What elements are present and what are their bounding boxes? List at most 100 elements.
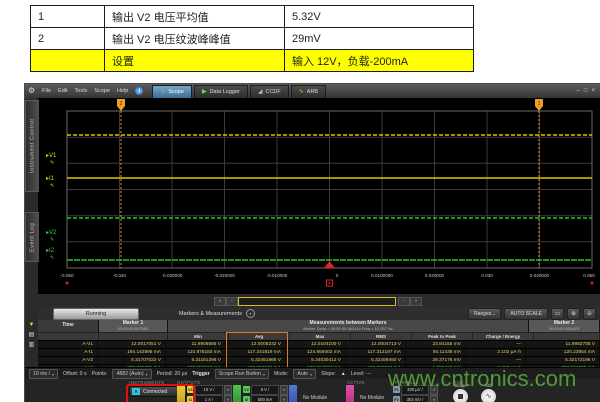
between-markers-header: Measurements between Markers Marker Delt… (168, 320, 529, 332)
autoscale-button[interactable]: AUTO SCALE (504, 308, 548, 320)
chevron-down-icon[interactable]: ▾ (280, 385, 288, 395)
f2-chip: F2 (393, 396, 400, 402)
pen-icon: ✎ (50, 255, 54, 261)
mode-dropdown[interactable]: Auto▾ (293, 369, 316, 379)
chevron-down-icon[interactable]: ▾ (224, 385, 232, 395)
trigger-marker[interactable] (324, 261, 335, 268)
ranges-button[interactable]: Ranges... (468, 308, 501, 320)
channel-v1-label[interactable]: ▸V1 (46, 153, 57, 159)
module-2-settings: V25 V /▾ I2500 mA▾ P245 mW /▾ (243, 385, 288, 402)
window-controls: – □ × (577, 88, 597, 94)
wave-icon: ∿ (486, 393, 492, 400)
row-name: A-V1 (38, 341, 98, 348)
tab-label: Scope (168, 89, 184, 95)
tab-data-logger[interactable]: ▶ Data Logger (194, 85, 248, 98)
connected-annotation (126, 384, 195, 402)
row-value-cell: 5.32V (285, 6, 473, 27)
v1-value[interactable]: 10 V / (195, 385, 223, 395)
zoom-in-icon[interactable]: ⊕ (567, 308, 580, 320)
scroll-far-right-button[interactable]: » (410, 297, 422, 306)
close-button[interactable]: × (591, 88, 595, 94)
minimize-button[interactable]: – (577, 88, 580, 94)
marker-1-handle[interactable]: 1 (535, 99, 543, 111)
side-tab-event-log[interactable]: Event Log (25, 212, 39, 262)
tab-ccdf[interactable]: ◢ CCDF (250, 85, 289, 98)
trigger-label: Trigger (192, 371, 210, 377)
col-min[interactable]: Min (168, 333, 229, 340)
stat-column-headers: Min Avg Max RMS Peak to Peak Charge / En… (38, 332, 600, 340)
measurement-row-v1: A-V1 12.0017051 V 11.9906565 V 12.000523… (38, 340, 600, 348)
menu-help[interactable]: Help (117, 88, 128, 94)
running-button[interactable]: Running (53, 308, 139, 320)
screenshot-stage: 1 输出 V2 电压平均值 5.32V 2 输出 V2 电压纹波峰峰值 29mV… (0, 0, 600, 402)
menu-file[interactable]: File (42, 88, 51, 94)
scroll-left-button[interactable]: ‹ (226, 297, 238, 306)
gear-icon[interactable]: ⚙ (28, 87, 35, 95)
menu-scope[interactable]: Scope (94, 88, 110, 94)
tab-scope[interactable]: ∿ Scope (152, 85, 192, 98)
info-icon[interactable]: i (135, 87, 143, 95)
marker2-header: Marker 2 00:00:00.034423 (529, 320, 600, 332)
zoom-out-icon[interactable]: ⊖ (583, 308, 596, 320)
col-max[interactable]: Max (290, 333, 351, 340)
module-4-bar[interactable]: 4 (346, 385, 354, 402)
maximize-button[interactable]: □ (584, 88, 588, 94)
slope-label: Slope: (321, 371, 336, 377)
module-3-bar[interactable]: 3 (289, 385, 297, 402)
row-value-cell: 29mV (285, 28, 473, 49)
menu-edit[interactable]: Edit (58, 88, 67, 94)
marker-2-handle[interactable]: 2 (117, 99, 125, 111)
menu-tools[interactable]: Tools (75, 88, 88, 94)
value-cell: 120.23954 mA (526, 349, 600, 356)
menu-bar: ⚙ File Edit Tools Scope Help i ∿ Scope ▶… (25, 84, 600, 98)
svg-text:-0.050: -0.050 (60, 273, 73, 278)
scroll-far-left-button[interactable]: « (214, 297, 226, 306)
chevron-down-icon[interactable]: ▾ (430, 395, 438, 402)
display-icon[interactable]: ▭ (551, 308, 564, 320)
results-table: 1 输出 V2 电压平均值 5.32V 2 输出 V2 电压纹波峰峰值 29mV… (30, 5, 474, 72)
col-peak-to-peak[interactable]: Peak to Peak (412, 333, 473, 340)
value-cell: 12.0104100 V (286, 341, 346, 348)
chevron-down-icon[interactable]: ▾ (224, 395, 232, 402)
channel-labels: ▸V1 ✎ ▸I1 ✎ ▸V2 ✎ ▸I2 ✎ (46, 153, 57, 261)
watermark: www.cntronics.com (388, 366, 576, 392)
waveform-plot[interactable]: 2 1 ▸V1 ✎ ▸I1 ✎ ▸V2 (38, 98, 600, 294)
svg-text:2: 2 (120, 101, 123, 107)
row-name: A-V2 (38, 357, 98, 364)
v2-value[interactable]: 5 V / (251, 385, 279, 395)
f2-value[interactable]: 303 mV / (401, 395, 429, 402)
collapse-icon[interactable]: ▾ (246, 309, 255, 318)
col-charge-energy[interactable]: Charge / Energy (473, 333, 534, 340)
channel-v2-label[interactable]: ▸V2 (46, 230, 57, 236)
marker1-header: Marker 1 00:00:00.017060 (99, 320, 168, 332)
side-tab-instrument-control[interactable]: Instrument Control (25, 100, 39, 192)
col-avg[interactable]: Avg (229, 333, 290, 340)
channel-i2-label[interactable]: ▸I2 (46, 248, 55, 254)
right-ref-dot (591, 282, 594, 285)
period-label: Period: 20 µs (157, 371, 188, 377)
rows-icon[interactable]: ▤ (29, 332, 35, 339)
columns-icon[interactable]: ▥ (29, 342, 35, 349)
table-row: 2 输出 V2 电压纹波峰峰值 29mV (31, 28, 473, 50)
filter-icon[interactable]: ▼ (29, 322, 35, 329)
svg-text:-0.030000: -0.030000 (162, 273, 183, 278)
tab-label: ARB (307, 89, 318, 95)
tab-label: CCDF (265, 89, 280, 95)
left-ref-dot (66, 282, 69, 285)
row-label-cell: 设置 (105, 50, 285, 71)
col-rms[interactable]: RMS (351, 333, 412, 340)
chevron-down-icon[interactable]: ▾ (280, 395, 288, 402)
i1-value[interactable]: 1 A / (195, 395, 223, 402)
scroll-right-button[interactable]: › (398, 297, 410, 306)
points-dropdown[interactable]: 4882 (Auto)▾ (112, 369, 151, 379)
svg-text:0.050: 0.050 (583, 273, 595, 278)
timebase-dropdown[interactable]: 10 ms /▾ (29, 369, 58, 379)
channel-i1-label[interactable]: ▸I1 (46, 176, 55, 182)
module-2-bar[interactable]: 2 (233, 385, 241, 402)
trigger-mode-dropdown[interactable]: Scope Run Button▾ (215, 369, 269, 379)
i2-value[interactable]: 500 mA (251, 395, 279, 402)
slope-rising-icon[interactable]: ▲ (341, 371, 346, 377)
value-cell: 124.959402 mA (286, 349, 346, 356)
scroll-thumb[interactable] (238, 297, 396, 306)
tab-arb[interactable]: ∿ ARB (291, 85, 326, 98)
